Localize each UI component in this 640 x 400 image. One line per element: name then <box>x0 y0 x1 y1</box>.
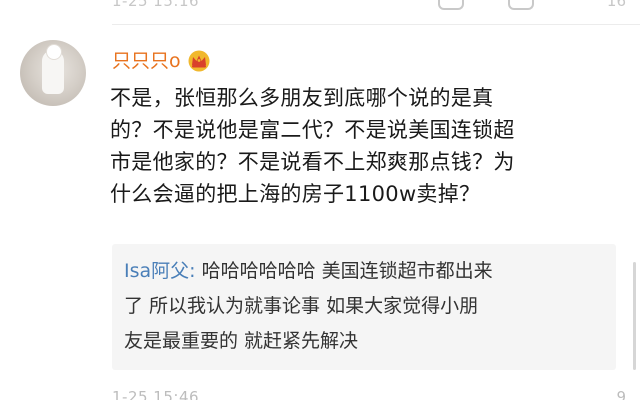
like-count[interactable]: 9 <box>616 388 626 400</box>
scrollbar[interactable] <box>633 262 636 370</box>
reply-text: Isa阿父: 哈哈哈哈哈哈 美国连锁超市都出来 了 所以我认为就事论事 如果大家… <box>124 254 608 359</box>
user-avatar[interactable] <box>20 40 86 106</box>
comment-line: 不是，张恒那么多朋友到底哪个说的是真 <box>110 86 494 110</box>
reply-line: 了 所以我认为就事论事 如果大家觉得小朋 <box>124 295 479 317</box>
username-row: 只只只o <box>112 48 211 74</box>
reply-author[interactable]: Isa阿父: <box>124 260 196 282</box>
comment-time: 1-25 15:46 <box>112 388 200 400</box>
comment-username[interactable]: 只只只o <box>112 48 181 74</box>
previous-like-count[interactable]: 16 <box>607 0 626 10</box>
crown-icon <box>188 50 210 72</box>
previous-comment-time: 1-25 15:16 <box>112 0 200 10</box>
comment-line: 什么会逼的把上海的房子1100w卖掉？ <box>110 182 481 206</box>
avatar-figure-head <box>46 44 62 60</box>
comment-icon[interactable] <box>438 0 464 10</box>
previous-comment-footer: 1-25 15:16 16 <box>0 0 640 24</box>
repost-icon[interactable] <box>508 0 534 10</box>
comment-text: 不是，张恒那么多朋友到底哪个说的是真 的？不是说他是富二代？不是说美国连锁超 市… <box>110 82 626 210</box>
comment-footer: 1-25 15:46 9 <box>0 384 640 400</box>
reply-line-text: 哈哈哈哈哈哈 美国连锁超市都出来 <box>195 260 493 282</box>
reply-line: 友是最重要的 就赶紧先解决 <box>124 330 359 352</box>
comment-line: 的？不是说他是富二代？不是说美国连锁超 <box>110 118 515 142</box>
reply-preview[interactable]: Isa阿父: 哈哈哈哈哈哈 美国连锁超市都出来 了 所以我认为就事论事 如果大家… <box>112 244 616 370</box>
comment-divider <box>112 24 640 25</box>
reply-line: Isa阿父: 哈哈哈哈哈哈 美国连锁超市都出来 <box>124 254 608 289</box>
comment-line: 市是他家的？不是说看不上郑爽那点钱？为 <box>110 150 515 174</box>
